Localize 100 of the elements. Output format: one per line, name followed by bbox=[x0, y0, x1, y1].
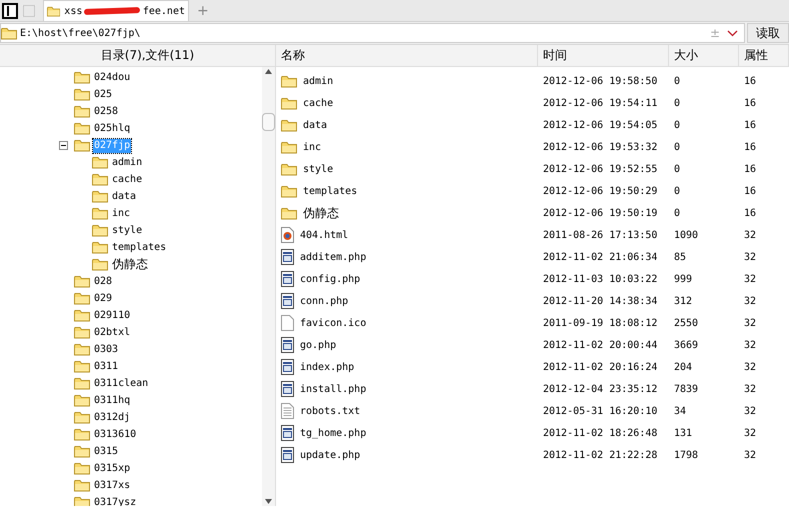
folder-icon bbox=[74, 343, 90, 356]
file-size: 1798 bbox=[674, 450, 698, 460]
file-attribute: 16 bbox=[744, 98, 756, 108]
file-name[interactable]: 404.html bbox=[300, 230, 348, 240]
file-attribute: 32 bbox=[744, 384, 756, 394]
tree-item[interactable]: data bbox=[111, 190, 138, 204]
file-size: 0 bbox=[674, 164, 680, 174]
modified-time: 2012-12-06 19:54:05 bbox=[543, 120, 658, 130]
file-name[interactable]: favicon.ico bbox=[300, 318, 366, 328]
file-attribute: 16 bbox=[744, 164, 756, 174]
tree-item[interactable]: 0317xs bbox=[93, 478, 132, 492]
file-size: 0 bbox=[674, 76, 680, 86]
script-file-icon bbox=[281, 381, 294, 397]
file-name[interactable]: 伪静态 bbox=[303, 204, 339, 222]
read-button[interactable]: 读取 bbox=[747, 23, 789, 43]
tree-item[interactable]: 0312dj bbox=[93, 410, 132, 424]
file-name[interactable]: style bbox=[303, 164, 334, 174]
folder-icon bbox=[281, 162, 297, 176]
file-name[interactable]: robots.txt bbox=[300, 406, 360, 416]
chevron-down-icon[interactable] bbox=[727, 30, 738, 36]
browser-tab[interactable]: xss fee.net bbox=[43, 0, 189, 21]
file-attribute: 32 bbox=[744, 274, 756, 284]
folder-icon bbox=[74, 428, 90, 441]
file-size: 0 bbox=[674, 142, 680, 152]
tree-item[interactable]: 伪静态 bbox=[111, 256, 149, 273]
modified-time: 2012-05-31 16:20:10 bbox=[543, 406, 658, 416]
file-attribute: 16 bbox=[744, 208, 756, 218]
script-file-icon bbox=[281, 293, 294, 309]
modified-time: 2012-12-06 19:54:11 bbox=[543, 98, 658, 108]
tree-item[interactable]: admin bbox=[111, 156, 144, 170]
dotted-square-icon[interactable] bbox=[22, 4, 36, 18]
scroll-down-icon[interactable] bbox=[265, 499, 272, 504]
file-size: 0 bbox=[674, 120, 680, 130]
tree-item[interactable]: 028 bbox=[93, 274, 114, 288]
scroll-up-icon[interactable] bbox=[265, 69, 272, 74]
folder-icon bbox=[92, 173, 108, 186]
file-attribute: 32 bbox=[744, 296, 756, 306]
tree-item[interactable]: 0311 bbox=[93, 360, 120, 374]
tree-item[interactable]: cache bbox=[111, 172, 144, 186]
file-name[interactable]: inc bbox=[303, 142, 322, 152]
file-name[interactable]: index.php bbox=[300, 362, 354, 372]
tree-item[interactable]: 0303 bbox=[93, 342, 120, 356]
file-size: 34 bbox=[674, 406, 686, 416]
modified-time: 2012-11-02 20:00:44 bbox=[543, 340, 658, 350]
column-header[interactable]: 名称 bbox=[281, 47, 305, 64]
file-name[interactable]: install.php bbox=[300, 384, 366, 394]
folder-icon bbox=[74, 326, 90, 339]
file-size: 3669 bbox=[674, 340, 698, 350]
folder-icon bbox=[92, 207, 108, 220]
file-name[interactable]: admin bbox=[303, 76, 334, 86]
file-attribute: 16 bbox=[744, 186, 756, 196]
script-file-icon bbox=[281, 425, 294, 441]
tree-item[interactable]: 02btxl bbox=[93, 326, 132, 340]
file-size: 0 bbox=[674, 208, 680, 218]
collapse-icon[interactable] bbox=[59, 141, 68, 150]
file-name[interactable]: tg_home.php bbox=[300, 428, 366, 438]
tree-item[interactable]: 025hlq bbox=[93, 122, 132, 136]
address-field[interactable]: E:\host\free\027fjp\ ± bbox=[0, 23, 745, 43]
folder-icon bbox=[92, 190, 108, 203]
tree-item[interactable]: 0313610 bbox=[93, 428, 138, 442]
file-name[interactable]: conn.php bbox=[300, 296, 348, 306]
file-attribute: 32 bbox=[744, 230, 756, 240]
folder-icon bbox=[281, 184, 297, 198]
modified-time: 2012-11-02 21:06:34 bbox=[543, 252, 658, 262]
panel-icon[interactable] bbox=[2, 2, 18, 18]
tree-item[interactable]: 0315xp bbox=[93, 462, 132, 476]
folder-icon bbox=[92, 156, 108, 169]
tree-item[interactable]: 025 bbox=[93, 88, 114, 102]
tree-item[interactable]: 0258 bbox=[93, 104, 120, 118]
folder-icon bbox=[74, 411, 90, 424]
folder-icon bbox=[74, 445, 90, 458]
tree-item[interactable]: 0311hq bbox=[93, 394, 132, 408]
modified-time: 2012-11-02 18:26:48 bbox=[543, 428, 658, 438]
file-name[interactable]: templates bbox=[303, 186, 358, 196]
file-name[interactable]: cache bbox=[303, 98, 334, 108]
column-header[interactable]: 时间 bbox=[543, 47, 567, 64]
modified-time: 2012-12-06 19:53:32 bbox=[543, 142, 658, 152]
file-name[interactable]: additem.php bbox=[300, 252, 366, 262]
file-name[interactable]: go.php bbox=[300, 340, 336, 350]
tree-item[interactable]: 0311clean bbox=[93, 376, 150, 390]
tree-item[interactable]: 029 bbox=[93, 292, 114, 306]
tree-item[interactable]: 0315 bbox=[93, 444, 120, 458]
tree-item[interactable]: templates bbox=[111, 240, 168, 254]
file-attribute: 32 bbox=[744, 318, 756, 328]
file-name[interactable]: data bbox=[303, 120, 328, 130]
file-name[interactable]: config.php bbox=[300, 274, 360, 284]
folder-icon bbox=[92, 258, 108, 271]
file-name[interactable]: update.php bbox=[300, 450, 360, 460]
file-size: 312 bbox=[674, 296, 692, 306]
tree-item[interactable]: 024dou bbox=[93, 70, 132, 84]
tree-item[interactable]: inc bbox=[111, 206, 132, 220]
scrollbar-thumb[interactable] bbox=[262, 112, 275, 130]
folder-icon bbox=[92, 224, 108, 237]
tree-item[interactable]: style bbox=[111, 224, 144, 238]
folder-icon bbox=[281, 118, 297, 132]
folder-icon bbox=[74, 377, 90, 390]
script-file-icon bbox=[281, 337, 294, 353]
folder-icon bbox=[47, 4, 60, 18]
file-size: 1090 bbox=[674, 230, 698, 240]
tree-item[interactable]: 029110 bbox=[93, 308, 132, 322]
